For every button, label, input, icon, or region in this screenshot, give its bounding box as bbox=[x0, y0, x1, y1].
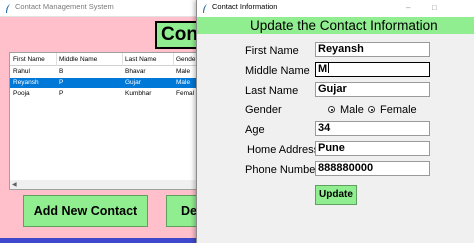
text-cursor bbox=[328, 63, 330, 73]
feather-icon bbox=[202, 4, 208, 13]
column-header-first-name[interactable]: First Name bbox=[13, 53, 45, 66]
cell-last-name: Kumbhar bbox=[125, 90, 152, 97]
middle-name-label: Middle Name bbox=[245, 65, 310, 77]
last-name-label: Last Name bbox=[245, 85, 299, 97]
cell-first-name: Reyansh bbox=[13, 79, 39, 86]
contact-information-dialog: Contact Information – □ Update the Conta… bbox=[196, 0, 474, 243]
dialog-header: Update the Contact Information bbox=[197, 17, 474, 34]
cell-first-name: Pooja bbox=[13, 90, 30, 97]
middle-name-value: M bbox=[318, 63, 328, 75]
cell-gender: Male bbox=[176, 68, 191, 75]
cell-middle-name: P bbox=[59, 90, 64, 97]
table-row[interactable]: Rahul B Bhavar Male bbox=[10, 67, 205, 77]
phone-number-field[interactable]: 888880000 bbox=[315, 161, 430, 176]
first-name-field[interactable]: Reyansh bbox=[315, 42, 430, 57]
first-name-label: First Name bbox=[245, 45, 299, 57]
contacts-table[interactable]: First Name Middle Name Last Name Gende R… bbox=[9, 52, 206, 190]
column-header-middle-name[interactable]: Middle Name bbox=[59, 53, 97, 66]
column-divider bbox=[56, 53, 57, 66]
column-header-last-name[interactable]: Last Name bbox=[125, 53, 156, 66]
age-label: Age bbox=[245, 124, 265, 136]
cell-middle-name: P bbox=[59, 79, 64, 86]
gender-male-radio[interactable] bbox=[328, 106, 335, 113]
scroll-left-arrow-icon[interactable]: ◀ bbox=[12, 181, 17, 188]
cell-gender: Male bbox=[176, 79, 191, 86]
gender-female-radio[interactable] bbox=[368, 106, 375, 113]
table-row-selected[interactable]: Reyansh P Gujar Male bbox=[10, 78, 205, 88]
horizontal-scrollbar[interactable]: ◀ bbox=[9, 180, 206, 190]
age-field[interactable]: 34 bbox=[315, 121, 430, 136]
last-name-field[interactable]: Gujar bbox=[315, 82, 430, 97]
cell-middle-name: B bbox=[59, 68, 64, 75]
dialog-titlebar[interactable]: Contact Information – □ bbox=[197, 0, 474, 17]
dialog-title: Contact Information bbox=[212, 2, 278, 11]
home-address-field[interactable]: Pune bbox=[315, 141, 430, 156]
cell-first-name: Rahul bbox=[13, 68, 30, 75]
minimize-button[interactable]: – bbox=[406, 3, 410, 13]
update-button[interactable]: Update bbox=[315, 185, 357, 205]
cell-gender: Femal bbox=[176, 90, 195, 97]
cell-last-name: Gujar bbox=[125, 79, 141, 86]
column-header-gender[interactable]: Gende bbox=[176, 53, 196, 66]
main-window-title: Contact Management System bbox=[15, 2, 114, 11]
table-row[interactable]: Pooja P Kumbhar Femal bbox=[10, 89, 205, 99]
gender-female-label[interactable]: Female bbox=[380, 103, 417, 117]
table-header: First Name Middle Name Last Name Gende bbox=[10, 53, 205, 66]
cell-last-name: Bhavar bbox=[125, 68, 146, 75]
feather-icon bbox=[5, 4, 11, 13]
home-address-label: Home Address bbox=[247, 144, 320, 156]
maximize-button[interactable]: □ bbox=[432, 3, 437, 13]
gender-male-label[interactable]: Male bbox=[340, 103, 364, 117]
gender-label: Gender bbox=[245, 104, 282, 116]
column-divider bbox=[173, 53, 174, 66]
add-new-contact-button[interactable]: Add New Contact bbox=[23, 195, 148, 227]
phone-number-label: Phone Number bbox=[245, 164, 319, 176]
middle-name-field[interactable]: M bbox=[315, 62, 430, 77]
column-divider bbox=[122, 53, 123, 66]
